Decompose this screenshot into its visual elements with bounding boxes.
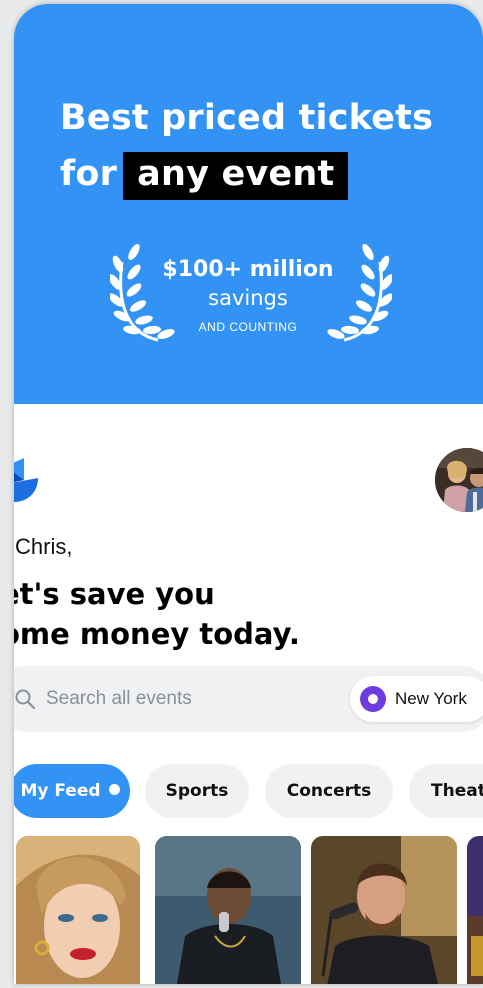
search-bar[interactable]: New York — [14, 666, 483, 732]
tagline-line1: et's save you — [14, 577, 215, 611]
tab-my-feed[interactable]: My Feed — [14, 764, 130, 818]
hero-title-line1: Best priced tickets — [60, 98, 434, 138]
location-pin-icon — [360, 686, 386, 712]
promo-banner: Best priced tickets for any event $100+ … — [14, 4, 483, 404]
greeting-text: i Chris, — [14, 534, 73, 559]
avatar-photo — [435, 448, 483, 512]
event-cards — [14, 836, 483, 984]
award-label: savings — [208, 286, 288, 310]
event-card[interactable] — [16, 836, 140, 984]
tab-label: Theat — [431, 781, 483, 801]
event-card[interactable] — [467, 836, 483, 984]
brand-logo-icon — [14, 458, 38, 502]
location-label: New York — [395, 689, 467, 708]
tab-label: Concerts — [286, 781, 372, 801]
event-card[interactable] — [155, 836, 301, 984]
award-amount: $100+ million — [162, 257, 334, 282]
tab-label: My Feed — [20, 781, 101, 801]
tab-sports[interactable]: Sports — [145, 764, 249, 818]
artist-photo-1 — [16, 836, 140, 984]
phone-screen: Best priced tickets for any event $100+ … — [14, 4, 483, 984]
hero-title: Best priced tickets for any event — [60, 90, 433, 202]
artist-photo-4 — [467, 836, 483, 984]
event-card[interactable] — [311, 836, 457, 984]
search-icon — [15, 689, 36, 710]
tab-label: Sports — [165, 781, 229, 801]
tagline-line2: ome money today. — [14, 617, 300, 651]
search-input[interactable] — [46, 679, 306, 719]
category-tabs: My Feed Sports Concerts Theat — [14, 764, 483, 820]
hero-title-highlight: any event — [123, 152, 349, 200]
savings-award: $100+ million savings AND COUNTING — [154, 256, 342, 334]
user-avatar[interactable] — [435, 448, 483, 512]
award-subtitle: AND COUNTING — [198, 320, 298, 334]
active-dot-icon — [108, 784, 120, 795]
tagline: et's save you ome money today. — [14, 574, 300, 654]
location-button[interactable]: New York — [350, 676, 483, 722]
artist-photo-2 — [155, 836, 301, 984]
hero-title-prefix: for — [60, 154, 118, 194]
home-screen: i Chris, et's save you ome money today. … — [14, 404, 483, 984]
tab-concerts[interactable]: Concerts — [265, 764, 393, 818]
artist-photo-3 — [311, 836, 457, 984]
tab-theater[interactable]: Theat — [409, 764, 483, 818]
